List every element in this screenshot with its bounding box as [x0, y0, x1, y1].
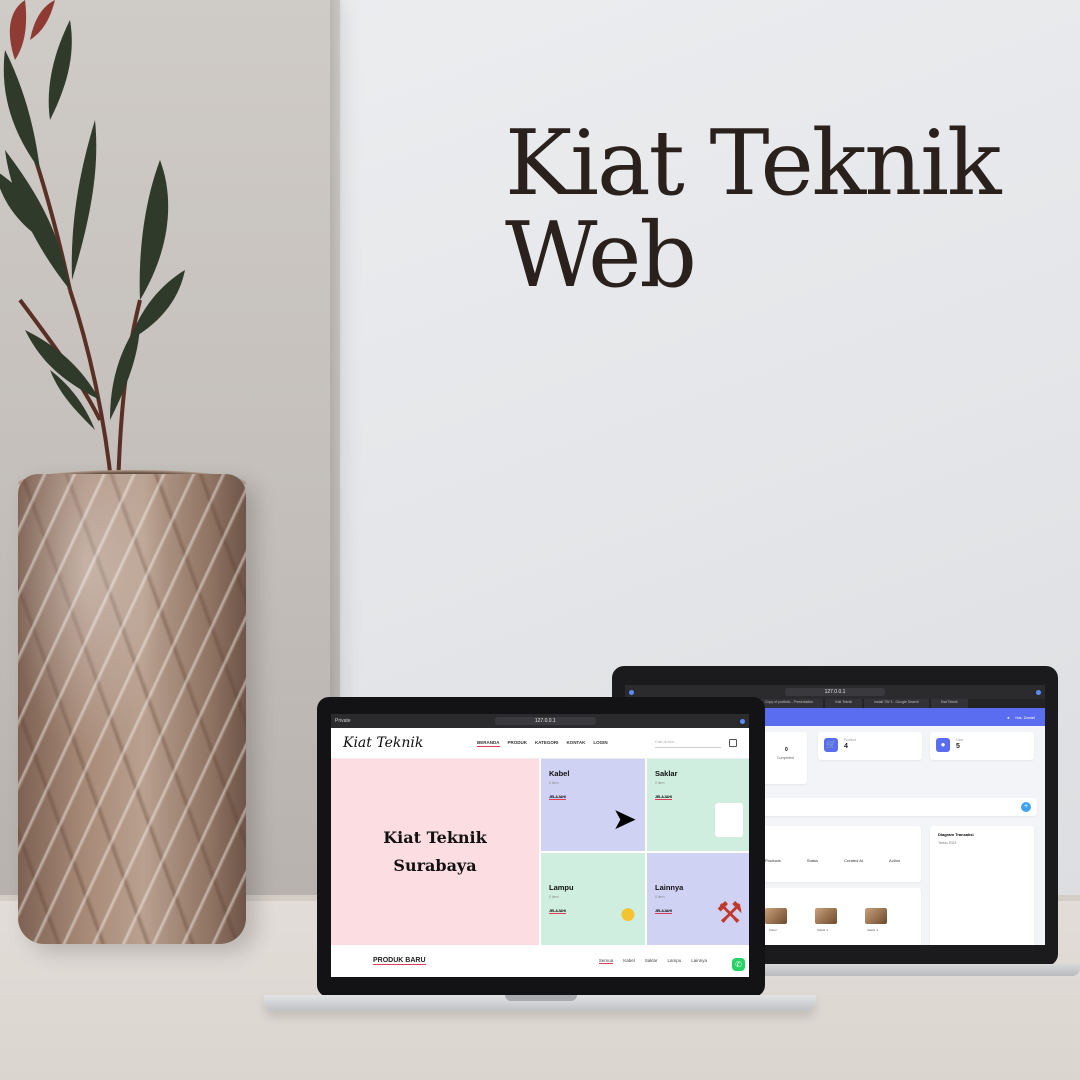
category-tile-saklar[interactable]: Saklar 0 item JELAJAHI [647, 759, 749, 851]
user-menu[interactable]: Hai, Daniel [1015, 715, 1035, 720]
filter-lainnya[interactable]: Lainnya [691, 958, 707, 964]
column-header: Status [806, 858, 819, 863]
hero-grid: Kiat Teknik Surabaya Kabel 0 item JELAJA… [331, 759, 749, 945]
orders-table-card: Products Status Created At Action [755, 826, 921, 882]
tabs-icon[interactable] [739, 718, 745, 724]
shop-browser-toolbar: Private 127.0.0.1 [331, 714, 749, 728]
menu-item-beranda[interactable]: BERANDA [477, 740, 500, 747]
tile-link[interactable]: JELAJAHI [655, 795, 672, 800]
stat-value: 5 [956, 743, 960, 750]
share-icon[interactable] [1035, 689, 1041, 695]
hero-banner: Kiat Teknik Surabaya [331, 759, 539, 945]
search-panel: + [755, 798, 1037, 816]
chart-title: Diagram Transaksi [938, 832, 974, 837]
tile-subtitle: 0 item [655, 781, 665, 785]
tile-title: Kabel [549, 769, 570, 778]
main-menu: BERANDA PRODUK KATEGORI KONTAK LOGIN [477, 740, 608, 747]
tile-link[interactable]: JELAJAHI [549, 909, 566, 914]
search-input[interactable]: Cari di sini... [655, 739, 721, 748]
product-thumbnail[interactable] [815, 908, 837, 924]
headline-line1: Kiat Teknik [505, 111, 1002, 216]
plant-illustration [0, 0, 185, 491]
stat-card-user: ● User 5 [930, 732, 1034, 760]
marble-vase [18, 474, 246, 944]
tools-icon: ⚒ [716, 897, 743, 930]
cart-icon: 🛒 [824, 738, 838, 752]
new-products-header: PRODUK BARU Semua Kabel Saklar Lampu Lai… [331, 945, 749, 965]
column-header: Products [765, 858, 781, 863]
browser-tab[interactable]: Copy of portfolio - Presentation [755, 699, 824, 708]
thumb-label: Kabel [769, 928, 777, 932]
cart-icon[interactable] [729, 739, 737, 747]
column-header: Action [889, 858, 901, 863]
stat-label: Completed [777, 756, 794, 760]
stat-value: 0 [785, 747, 788, 753]
users-icon: ● [936, 738, 950, 752]
thumb-label: Saklar 2 [817, 928, 829, 932]
stat-card-product: 🛒 Product 4 [818, 732, 922, 760]
menu-item-produk[interactable]: PRODUK [508, 740, 528, 747]
chart-subtitle: Tahun 2023 [938, 841, 957, 845]
product-thumbnail[interactable] [765, 908, 787, 924]
tile-title: Lainnya [655, 883, 684, 892]
filter-lampu[interactable]: Lampu [667, 958, 681, 964]
category-tile-lainnya[interactable]: Lainnya 0 item JELAJAHI ⚒ [647, 853, 749, 945]
cable-icon: ➤ [611, 803, 637, 836]
menu-item-login[interactable]: LOGIN [593, 740, 607, 747]
browser-tab[interactable]: Kiat Teknik [825, 699, 863, 708]
product-filters: Semua Kabel Saklar Lampu Lainnya [598, 958, 707, 964]
switch-icon [715, 803, 743, 837]
site-navbar: Kiat Teknik BERANDA PRODUK KATEGORI KONT… [331, 728, 749, 759]
menu-item-kategori[interactable]: KATEGORI [535, 740, 558, 747]
stat-label: Product [844, 738, 857, 742]
tile-subtitle: 0 item [549, 781, 559, 785]
filter-saklar[interactable]: Saklar [645, 958, 658, 964]
whatsapp-icon[interactable]: ✆ [732, 958, 745, 971]
category-tile-lampu[interactable]: Lampu 0 item JELAJAHI ● [541, 853, 645, 945]
add-button[interactable]: + [1021, 802, 1031, 812]
category-tile-kabel[interactable]: Kabel 0 item JELAJAHI ➤ [541, 759, 645, 851]
stat-label: User [956, 738, 964, 742]
browser-tab[interactable]: install TW 3 - Google Search [864, 699, 929, 708]
table-header: Products Status Created At Action [765, 858, 900, 863]
site-logo[interactable]: Kiat Teknik [343, 735, 463, 751]
menu-item-kontak[interactable]: KONTAK [566, 740, 585, 747]
column-header: Created At [844, 858, 864, 863]
sidebar-toggle-icon[interactable] [629, 689, 634, 695]
shop-url-bar[interactable]: 127.0.0.1 [494, 717, 596, 725]
filter-kabel[interactable]: Kabel [623, 958, 635, 964]
thumb-label: Saklar 3 [867, 928, 879, 932]
tile-title: Lampu [549, 883, 574, 892]
private-label: Private [335, 718, 351, 724]
chart-card: Diagram Transaksi Tahun 2023 [930, 826, 1034, 945]
product-thumbnail[interactable] [865, 908, 887, 924]
bell-icon[interactable]: ♠ [1007, 715, 1009, 720]
bulb-icon: ● [618, 897, 637, 930]
tile-link[interactable]: JELAJAHI [655, 909, 672, 914]
headline: Kiat Teknik Web [505, 111, 1002, 308]
front-laptop-notch [505, 995, 577, 1001]
shop-screen: Private 127.0.0.1 Kiat Teknik BERANDA PR… [331, 714, 749, 977]
browser-tab[interactable]: Kiat Teknik [930, 699, 968, 708]
admin-url-bar[interactable]: 127.0.0.1 [784, 688, 886, 696]
tile-link[interactable]: JELAJAHI [549, 795, 566, 800]
tile-title: Saklar [655, 769, 678, 778]
filter-semua[interactable]: Semua [598, 958, 614, 964]
products-grid-card: Kabel Saklar 2 Saklar 3 [755, 888, 921, 945]
section-title: PRODUK BARU [373, 957, 426, 965]
headline-line2: Web [505, 203, 697, 308]
stat-value: 4 [844, 743, 848, 750]
